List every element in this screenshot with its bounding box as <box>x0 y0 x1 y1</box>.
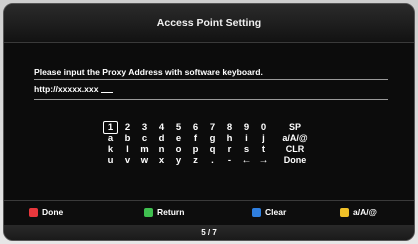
key-hyphen[interactable]: - <box>222 155 237 166</box>
done-button-label: Done <box>42 207 64 217</box>
key-b[interactable]: b <box>120 133 135 144</box>
key-f[interactable]: f <box>188 133 203 144</box>
key-9[interactable]: 9 <box>239 122 254 133</box>
charset-button-label: a/A/@ <box>353 207 377 217</box>
key-i[interactable]: i <box>239 133 254 144</box>
key-w[interactable]: w <box>137 155 152 166</box>
key-m[interactable]: m <box>137 144 152 155</box>
key-y[interactable]: y <box>171 155 186 166</box>
key-5[interactable]: 5 <box>171 122 186 133</box>
proxy-address-value: http://xxxxx.xxx <box>34 84 99 94</box>
key-d[interactable]: d <box>154 133 169 144</box>
key-0[interactable]: 0 <box>256 122 271 133</box>
instruction-text: Please input the Proxy Address with soft… <box>34 67 263 77</box>
dialog-title: Access Point Setting <box>156 17 262 29</box>
key-n[interactable]: n <box>154 144 169 155</box>
key-3[interactable]: 3 <box>137 122 152 133</box>
proxy-address-field[interactable]: http://xxxxx.xxx <box>34 84 114 94</box>
return-button[interactable]: Return <box>144 207 184 217</box>
color-button-bar: Done Return Clear a/A/@ <box>4 200 414 225</box>
clear-button[interactable]: Clear <box>252 207 286 217</box>
dialog-panel: Access Point Setting Please input the Pr… <box>3 3 415 241</box>
key-z[interactable]: z <box>188 155 203 166</box>
red-button-icon <box>29 207 38 217</box>
key-h[interactable]: h <box>222 133 237 144</box>
key-x[interactable]: x <box>154 155 169 166</box>
text-cursor <box>101 92 114 93</box>
key-p[interactable]: p <box>188 144 203 155</box>
key-g[interactable]: g <box>205 133 220 144</box>
key-s[interactable]: s <box>239 144 254 155</box>
key-r[interactable]: r <box>222 144 237 155</box>
key-e[interactable]: e <box>171 133 186 144</box>
key-charset-toggle[interactable]: a/A/@ <box>273 133 317 144</box>
key-8[interactable]: 8 <box>222 122 237 133</box>
key-k[interactable]: k <box>103 144 118 155</box>
key-period[interactable]: . <box>205 155 220 166</box>
cursor-left-key[interactable]: ← <box>239 155 254 166</box>
key-a[interactable]: a <box>103 133 118 144</box>
divider-top <box>34 79 388 80</box>
key-u[interactable]: u <box>103 155 118 166</box>
key-t[interactable]: t <box>256 144 271 155</box>
key-q[interactable]: q <box>205 144 220 155</box>
charset-button[interactable]: a/A/@ <box>340 207 377 217</box>
done-button[interactable]: Done <box>29 207 63 217</box>
divider-bottom <box>34 99 388 100</box>
blue-button-icon <box>252 207 261 217</box>
page-indicator: 5 / 7 <box>4 225 414 240</box>
key-v[interactable]: v <box>120 155 135 166</box>
yellow-button-icon <box>340 207 349 217</box>
key-7[interactable]: 7 <box>205 122 220 133</box>
key-clear[interactable]: CLR <box>273 144 317 155</box>
dialog-title-bar: Access Point Setting <box>4 4 414 43</box>
key-4[interactable]: 4 <box>154 122 169 133</box>
green-button-icon <box>144 207 153 217</box>
key-j[interactable]: j <box>256 133 271 144</box>
cursor-right-key[interactable]: → <box>256 155 271 166</box>
clear-button-label: Clear <box>265 207 287 217</box>
page-indicator-text: 5 / 7 <box>201 228 217 237</box>
key-done[interactable]: Done <box>273 155 317 166</box>
software-keyboard: 1 2 3 4 5 6 7 8 9 0 SP a b c d e f g h i j a/A/@ k l m n o p q r s t CLR… <box>103 121 317 166</box>
key-2[interactable]: 2 <box>120 122 135 133</box>
key-6[interactable]: 6 <box>188 122 203 133</box>
return-button-label: Return <box>157 207 185 217</box>
key-o[interactable]: o <box>171 144 186 155</box>
key-space[interactable]: SP <box>273 122 317 133</box>
key-c[interactable]: c <box>137 133 152 144</box>
tv-frame: Access Point Setting Please input the Pr… <box>0 0 418 244</box>
key-l[interactable]: l <box>120 144 135 155</box>
